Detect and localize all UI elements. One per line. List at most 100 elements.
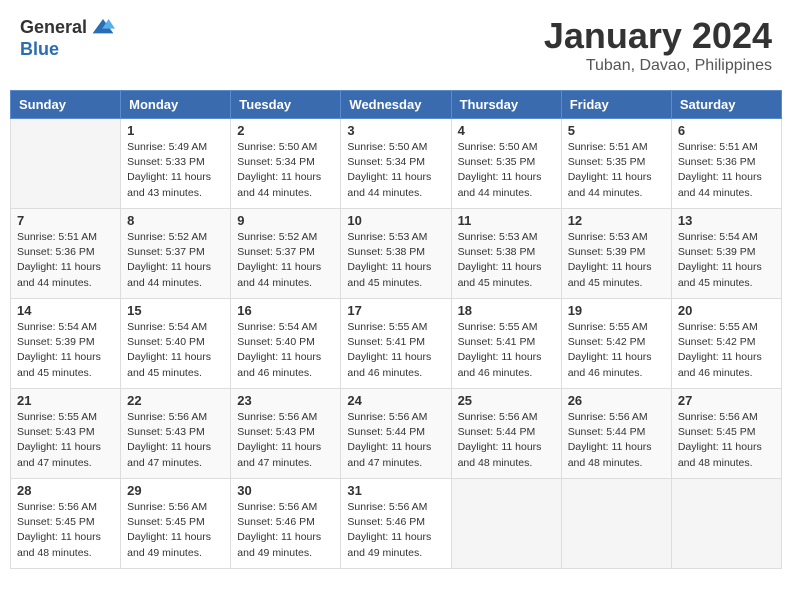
title-section: January 2024 Tuban, Davao, Philippines — [544, 15, 772, 75]
calendar-cell: 1Sunrise: 5:49 AM Sunset: 5:33 PM Daylig… — [121, 119, 231, 209]
logo-general-text: General — [20, 17, 87, 38]
logo-icon — [91, 15, 115, 39]
column-header-thursday: Thursday — [451, 91, 561, 119]
day-info: Sunrise: 5:56 AM Sunset: 5:45 PM Dayligh… — [678, 410, 775, 471]
calendar-cell — [11, 119, 121, 209]
day-info: Sunrise: 5:54 AM Sunset: 5:39 PM Dayligh… — [17, 320, 114, 381]
calendar-cell: 30Sunrise: 5:56 AM Sunset: 5:46 PM Dayli… — [231, 479, 341, 569]
day-info: Sunrise: 5:56 AM Sunset: 5:45 PM Dayligh… — [17, 500, 114, 561]
day-info: Sunrise: 5:50 AM Sunset: 5:35 PM Dayligh… — [458, 140, 555, 201]
calendar-cell: 26 Sunrise: 5:56 AM Sunset: 5:44 PM Dayli… — [561, 389, 671, 479]
day-number: 16 — [237, 303, 334, 318]
calendar-cell: 16 Sunrise: 5:54 AM Sunset: 5:40 PM Dayli… — [231, 299, 341, 389]
calendar-cell: 23 Sunrise: 5:56 AM Sunset: 5:43 PM Dayli… — [231, 389, 341, 479]
day-info: Sunrise: 5:56 AM Sunset: 5:44 PM Dayligh… — [458, 410, 555, 471]
logo: General Blue — [20, 15, 115, 60]
day-number: 10 — [347, 213, 444, 228]
day-info: Sunrise: 5:54 AM Sunset: 5:40 PM Dayligh… — [127, 320, 224, 381]
calendar-cell: 7Sunrise: 5:51 AM Sunset: 5:36 PM Daylig… — [11, 209, 121, 299]
calendar-cell: 20Sunrise: 5:55 AM Sunset: 5:42 PM Dayli… — [671, 299, 781, 389]
column-header-wednesday: Wednesday — [341, 91, 451, 119]
week-row-2: 7Sunrise: 5:51 AM Sunset: 5:36 PM Daylig… — [11, 209, 782, 299]
day-number: 31 — [347, 483, 444, 498]
calendar-cell: 6 Sunrise: 5:51 AM Sunset: 5:36 PM Daylig… — [671, 119, 781, 209]
day-info: Sunrise: 5:53 AM Sunset: 5:38 PM Dayligh… — [458, 230, 555, 291]
calendar-cell: 18 Sunrise: 5:55 AM Sunset: 5:41 PM Dayli… — [451, 299, 561, 389]
column-header-tuesday: Tuesday — [231, 91, 341, 119]
calendar-cell: 3 Sunrise: 5:50 AM Sunset: 5:34 PM Daylig… — [341, 119, 451, 209]
day-info: Sunrise: 5:56 AM Sunset: 5:44 PM Dayligh… — [347, 410, 444, 471]
column-header-saturday: Saturday — [671, 91, 781, 119]
day-number: 26 — [568, 393, 665, 408]
day-number: 6 — [678, 123, 775, 138]
day-number: 12 — [568, 213, 665, 228]
calendar-cell: 9Sunrise: 5:52 AM Sunset: 5:37 PM Daylig… — [231, 209, 341, 299]
week-row-5: 28 Sunrise: 5:56 AM Sunset: 5:45 PM Dayli… — [11, 479, 782, 569]
day-info: Sunrise: 5:53 AM Sunset: 5:39 PM Dayligh… — [568, 230, 665, 291]
calendar-cell — [451, 479, 561, 569]
day-info: Sunrise: 5:56 AM Sunset: 5:44 PM Dayligh… — [568, 410, 665, 471]
day-number: 23 — [237, 393, 334, 408]
page-header: General Blue January 2024 Tuban, Davao, … — [10, 10, 782, 80]
calendar-cell: 11 Sunrise: 5:53 AM Sunset: 5:38 PM Dayli… — [451, 209, 561, 299]
calendar-cell: 2Sunrise: 5:50 AM Sunset: 5:34 PM Daylig… — [231, 119, 341, 209]
day-number: 27 — [678, 393, 775, 408]
day-number: 19 — [568, 303, 665, 318]
day-info: Sunrise: 5:51 AM Sunset: 5:36 PM Dayligh… — [678, 140, 775, 201]
day-info: Sunrise: 5:55 AM Sunset: 5:43 PM Dayligh… — [17, 410, 114, 471]
calendar-cell: 17Sunrise: 5:55 AM Sunset: 5:41 PM Dayli… — [341, 299, 451, 389]
day-number: 21 — [17, 393, 114, 408]
calendar-cell: 31 Sunrise: 5:56 AM Sunset: 5:46 PM Dayli… — [341, 479, 451, 569]
week-row-1: 1Sunrise: 5:49 AM Sunset: 5:33 PM Daylig… — [11, 119, 782, 209]
week-row-3: 14 Sunrise: 5:54 AM Sunset: 5:39 PM Dayli… — [11, 299, 782, 389]
location-text: Tuban, Davao, Philippines — [544, 57, 772, 75]
day-info: Sunrise: 5:52 AM Sunset: 5:37 PM Dayligh… — [237, 230, 334, 291]
day-number: 24 — [347, 393, 444, 408]
column-header-sunday: Sunday — [11, 91, 121, 119]
day-number: 11 — [458, 213, 555, 228]
calendar-cell: 21 Sunrise: 5:55 AM Sunset: 5:43 PM Dayli… — [11, 389, 121, 479]
day-number: 3 — [347, 123, 444, 138]
day-number: 4 — [458, 123, 555, 138]
day-info: Sunrise: 5:56 AM Sunset: 5:43 PM Dayligh… — [237, 410, 334, 471]
day-info: Sunrise: 5:54 AM Sunset: 5:39 PM Dayligh… — [678, 230, 775, 291]
day-info: Sunrise: 5:55 AM Sunset: 5:41 PM Dayligh… — [458, 320, 555, 381]
day-info: Sunrise: 5:52 AM Sunset: 5:37 PM Dayligh… — [127, 230, 224, 291]
calendar-cell: 29 Sunrise: 5:56 AM Sunset: 5:45 PM Dayli… — [121, 479, 231, 569]
day-number: 17 — [347, 303, 444, 318]
day-info: Sunrise: 5:50 AM Sunset: 5:34 PM Dayligh… — [347, 140, 444, 201]
day-info: Sunrise: 5:53 AM Sunset: 5:38 PM Dayligh… — [347, 230, 444, 291]
calendar-header-row: SundayMondayTuesdayWednesdayThursdayFrid… — [11, 91, 782, 119]
logo-blue-text: Blue — [20, 39, 59, 60]
calendar-cell — [561, 479, 671, 569]
calendar-table: SundayMondayTuesdayWednesdayThursdayFrid… — [10, 90, 782, 569]
calendar-cell: 15Sunrise: 5:54 AM Sunset: 5:40 PM Dayli… — [121, 299, 231, 389]
day-info: Sunrise: 5:49 AM Sunset: 5:33 PM Dayligh… — [127, 140, 224, 201]
calendar-cell: 19Sunrise: 5:55 AM Sunset: 5:42 PM Dayli… — [561, 299, 671, 389]
calendar-cell: 25Sunrise: 5:56 AM Sunset: 5:44 PM Dayli… — [451, 389, 561, 479]
day-number: 30 — [237, 483, 334, 498]
day-info: Sunrise: 5:55 AM Sunset: 5:42 PM Dayligh… — [678, 320, 775, 381]
day-number: 18 — [458, 303, 555, 318]
column-header-friday: Friday — [561, 91, 671, 119]
day-number: 29 — [127, 483, 224, 498]
day-info: Sunrise: 5:51 AM Sunset: 5:35 PM Dayligh… — [568, 140, 665, 201]
calendar-cell: 28 Sunrise: 5:56 AM Sunset: 5:45 PM Dayli… — [11, 479, 121, 569]
day-number: 13 — [678, 213, 775, 228]
day-info: Sunrise: 5:56 AM Sunset: 5:46 PM Dayligh… — [347, 500, 444, 561]
calendar-cell: 5 Sunrise: 5:51 AM Sunset: 5:35 PM Daylig… — [561, 119, 671, 209]
day-number: 28 — [17, 483, 114, 498]
calendar-cell: 27 Sunrise: 5:56 AM Sunset: 5:45 PM Dayli… — [671, 389, 781, 479]
calendar-cell: 14 Sunrise: 5:54 AM Sunset: 5:39 PM Dayli… — [11, 299, 121, 389]
week-row-4: 21 Sunrise: 5:55 AM Sunset: 5:43 PM Dayli… — [11, 389, 782, 479]
day-info: Sunrise: 5:54 AM Sunset: 5:40 PM Dayligh… — [237, 320, 334, 381]
day-number: 5 — [568, 123, 665, 138]
day-number: 14 — [17, 303, 114, 318]
day-number: 22 — [127, 393, 224, 408]
calendar-cell — [671, 479, 781, 569]
calendar-cell: 8Sunrise: 5:52 AM Sunset: 5:37 PM Daylig… — [121, 209, 231, 299]
calendar-cell: 13 Sunrise: 5:54 AM Sunset: 5:39 PM Dayli… — [671, 209, 781, 299]
column-header-monday: Monday — [121, 91, 231, 119]
day-info: Sunrise: 5:56 AM Sunset: 5:45 PM Dayligh… — [127, 500, 224, 561]
day-info: Sunrise: 5:51 AM Sunset: 5:36 PM Dayligh… — [17, 230, 114, 291]
